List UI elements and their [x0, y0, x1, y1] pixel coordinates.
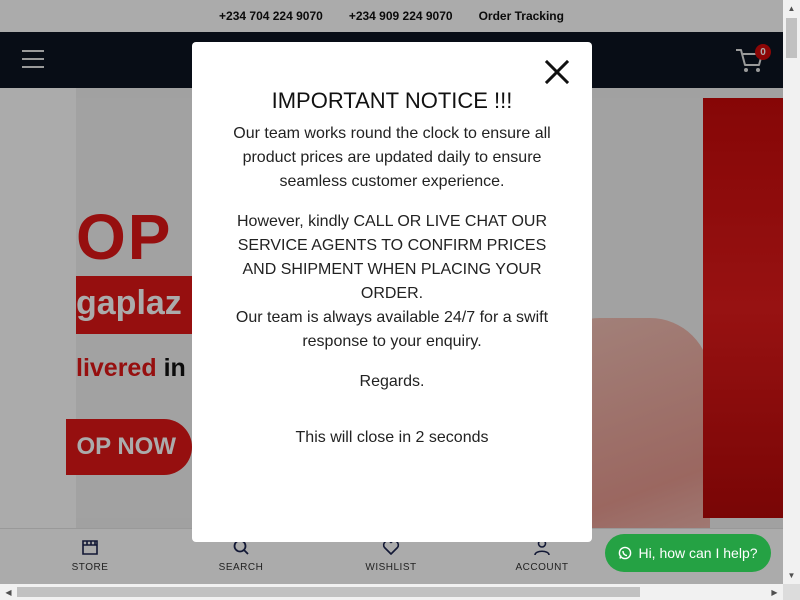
scrollbar-corner: [783, 584, 800, 600]
close-icon[interactable]: [543, 58, 571, 86]
horizontal-scroll-thumb[interactable]: [17, 587, 640, 597]
whatsapp-chat-button[interactable]: Hi, how can I help?: [605, 534, 771, 572]
scroll-left-arrow[interactable]: ◀: [0, 584, 17, 600]
modal-regards: Regards.: [359, 373, 425, 390]
vertical-scroll-thumb[interactable]: [786, 18, 797, 58]
scroll-right-arrow[interactable]: ▶: [766, 584, 783, 600]
modal-paragraph-2: However, kindly CALL OR LIVE CHAT OUR SE…: [236, 213, 548, 302]
modal-title: IMPORTANT NOTICE !!!: [271, 88, 513, 113]
notice-modal: IMPORTANT NOTICE !!! Our team works roun…: [192, 42, 592, 542]
modal-countdown: This will close in 2 seconds: [295, 429, 489, 446]
chat-label: Hi, how can I help?: [638, 545, 758, 561]
vertical-scrollbar[interactable]: [783, 0, 800, 584]
whatsapp-icon: [619, 546, 632, 560]
scroll-down-arrow[interactable]: ▼: [783, 567, 800, 584]
modal-body: Our team works round the clock to ensure…: [232, 122, 552, 450]
modal-paragraph-1: Our team works round the clock to ensure…: [233, 125, 551, 190]
scroll-up-arrow[interactable]: ▲: [783, 0, 800, 17]
modal-paragraph-3: Our team is always available 24/7 for a …: [235, 309, 549, 350]
